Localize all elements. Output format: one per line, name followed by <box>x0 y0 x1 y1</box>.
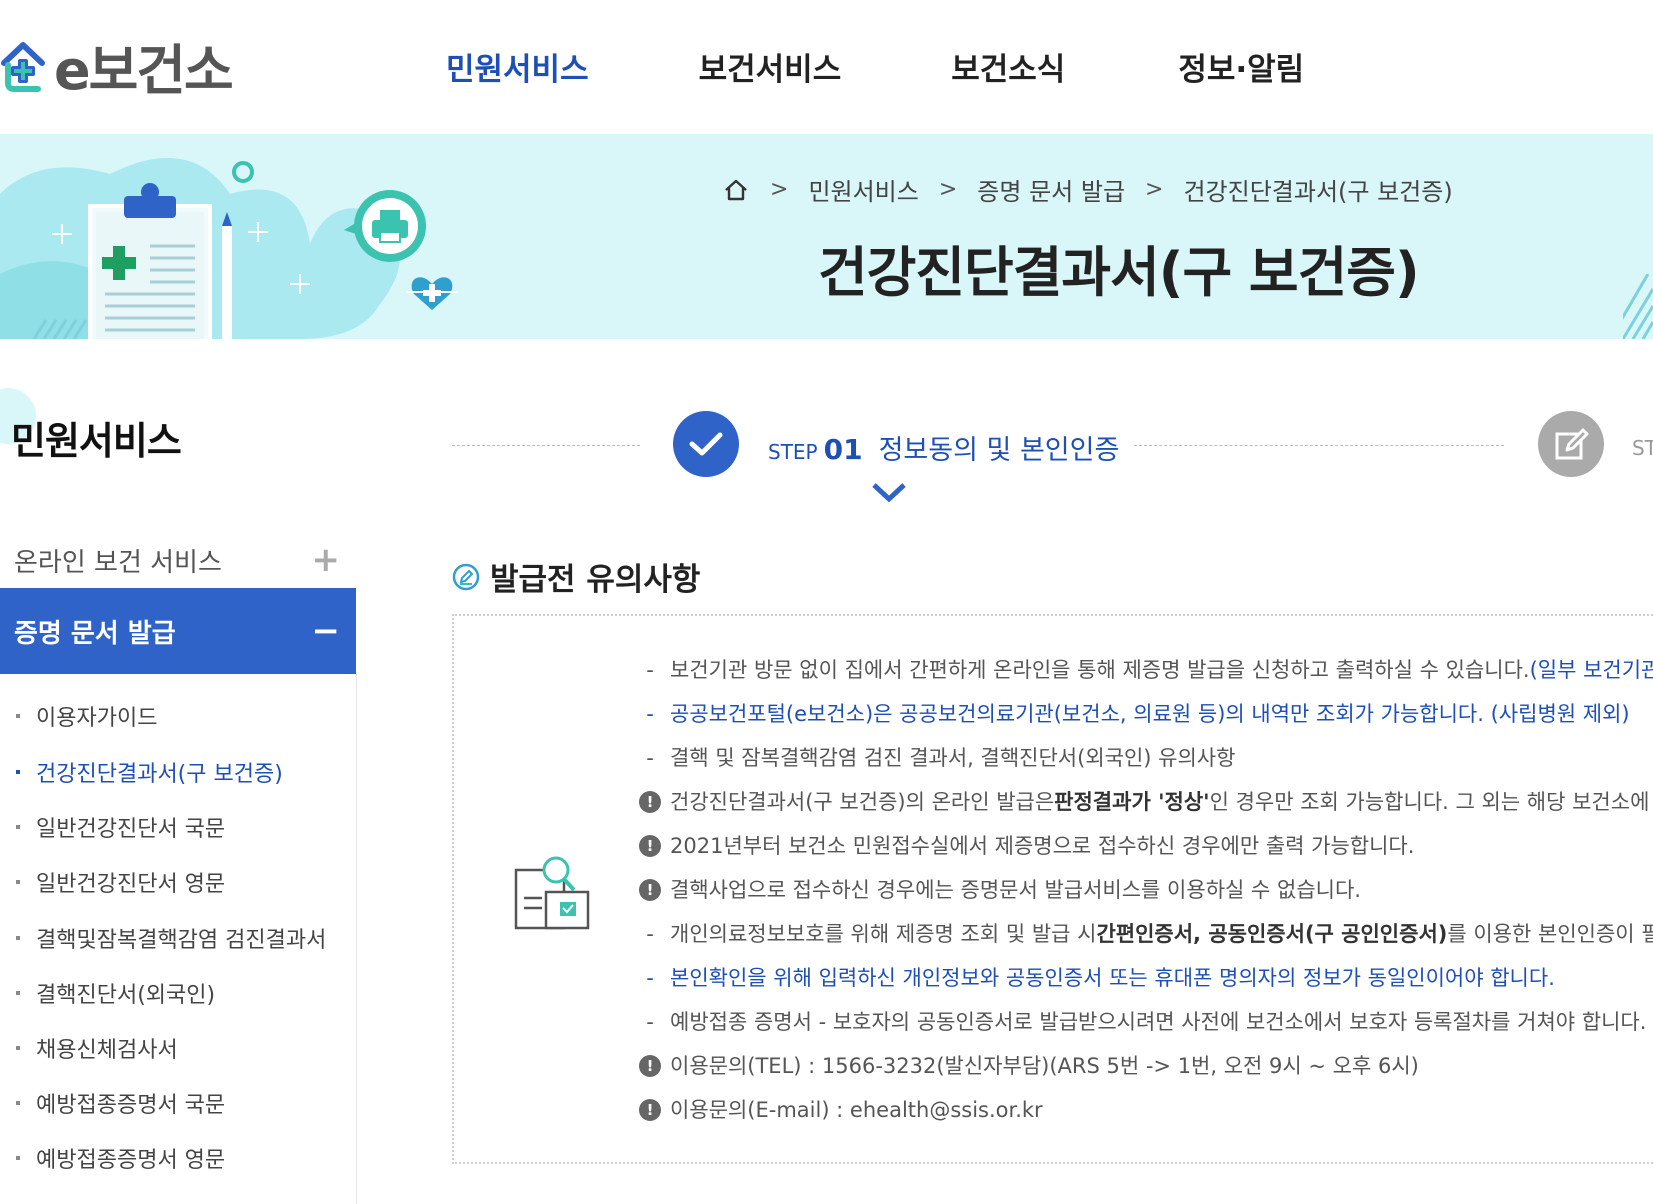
notice-list: - 보건기관 방문 없이 집에서 간편하게 온라인을 통해 제증명 발급을 신청… <box>636 648 1653 1132</box>
edit-icon <box>1555 428 1589 460</box>
sidebar-title: 민원서비스 <box>11 419 182 463</box>
house-plus-icon <box>1 42 45 92</box>
exclamation-icon: ! <box>639 791 661 813</box>
home-icon[interactable] <box>722 176 750 204</box>
pencil-circle-icon <box>452 563 480 590</box>
minus-icon: − <box>311 611 341 651</box>
main-nav: 민원서비스 보건서비스 보건소식 정보·알림 <box>446 44 1304 89</box>
site-header: e보건소 민원서비스 보건서비스 보건소식 정보·알림 <box>0 0 1653 134</box>
step-divider <box>452 445 640 446</box>
page-title: 건강진단결과서(구 보건증) <box>818 241 1420 304</box>
breadcrumb-separator: > <box>938 177 958 202</box>
notice-item: - 결핵 및 잠복결핵감염 검진 결과서, 결핵진단서(외국인) 유의사항 <box>646 746 1236 770</box>
banner-hatch-decoration <box>1623 274 1653 339</box>
notice-item: ! 2021년부터 보건소 민원접수실에서 제증명으로 접수하신 경우에만 출력… <box>636 824 1653 868</box>
exclamation-icon: ! <box>639 879 661 901</box>
document-search-icon <box>514 856 590 930</box>
sidebar-subitem-tb-foreign[interactable]: 결핵진단서(외국인) <box>16 977 215 1009</box>
exclamation-icon: ! <box>639 1055 661 1077</box>
notice-item: - 공공보건포털(e보건소)은 공공보건의료기관(보건소, 의료원 등)의 내역… <box>646 702 1630 726</box>
notice-item: - 본인확인을 위해 입력하신 개인정보와 공동인증서 또는 휴대폰 명의자의 … <box>646 966 1555 990</box>
sidebar-submenu: 이용자가이드 건강진단결과서(구 보건증) 일반건강진단서 국문 일반건강진단서… <box>0 674 357 1204</box>
sidebar-item-label: 증명 문서 발급 <box>14 618 176 649</box>
clipboard-illustration <box>0 158 458 339</box>
check-icon <box>689 432 723 456</box>
exclamation-icon: ! <box>639 835 661 857</box>
sidebar-subitem-vaccine-kr[interactable]: 예방접종증명서 국문 <box>16 1087 225 1119</box>
notice-item: - 개인의료정보보호를 위해 제증명 조회 및 발급 시 간편인증서, 공동인증… <box>646 922 1653 946</box>
step1-label: STEP 01 정보동의 및 본인인증 <box>768 433 1120 466</box>
notice-item: - 보건기관 방문 없이 집에서 간편하게 온라인을 통해 제증명 발급을 신청… <box>646 658 1653 682</box>
sidebar-item-certificate[interactable]: 증명 문서 발급 − <box>0 588 356 674</box>
sidebar-subitem-user-guide[interactable]: 이용자가이드 <box>16 700 157 732</box>
notice-section-title: 발급전 유의사항 <box>452 554 700 599</box>
step2-label: ST <box>1632 436 1653 460</box>
step1-indicator <box>673 411 739 477</box>
breadcrumb-item-current[interactable]: 건강진단결과서(구 보건증) <box>1183 172 1452 207</box>
logo-text: e보건소 <box>54 38 234 102</box>
sidebar-subitem-tb-result[interactable]: 결핵및잠복결핵감염 검진결과서 <box>16 922 326 954</box>
notice-item: ! 이용문의(TEL) : 1566-3232(발신자부담)(ARS 5번 ->… <box>636 1044 1653 1088</box>
site-logo[interactable]: e보건소 <box>0 30 234 102</box>
step-divider <box>1134 445 1504 446</box>
sidebar-item-label: 온라인 보건 서비스 <box>14 547 222 578</box>
sidebar-subitem-vaccine-en[interactable]: 예방접종증명서 영문 <box>16 1142 225 1174</box>
notice-item: ! 결핵사업으로 접수하신 경우에는 증명문서 발급서비스를 이용하실 수 없습… <box>636 868 1653 912</box>
notice-item: - 예방접종 증명서 - 보호자의 공동인증서로 발급받으시려면 사전에 보건소… <box>646 1010 1647 1034</box>
breadcrumb: > 민원서비스 > 증명 문서 발급 > 건강진단결과서(구 보건증) <box>722 172 1453 207</box>
sidebar-subitem-employment[interactable]: 채용신체검사서 <box>16 1032 178 1064</box>
breadcrumb-separator: > <box>770 177 789 202</box>
breadcrumb-item-civil-service[interactable]: 민원서비스 <box>808 172 918 207</box>
chevron-down-icon <box>872 483 906 503</box>
exclamation-icon: ! <box>639 1099 661 1121</box>
step2-indicator <box>1538 411 1604 477</box>
sidebar-subitem-general-en[interactable]: 일반건강진단서 영문 <box>16 866 225 898</box>
sidebar-item-online-health[interactable]: 온라인 보건 서비스 + <box>0 530 356 590</box>
sidebar-subitem-general-kr[interactable]: 일반건강진단서 국문 <box>16 811 225 843</box>
breadcrumb-item-certificate[interactable]: 증명 문서 발급 <box>977 172 1125 207</box>
notice-item: ! 건강진단결과서(구 보건증)의 온라인 발급은 판정결과가 '정상' 인 경우… <box>636 780 1653 824</box>
nav-item-health-service[interactable]: 보건서비스 <box>699 44 842 89</box>
plus-icon: + <box>311 540 341 580</box>
sidebar-subitem-health-cert[interactable]: 건강진단결과서(구 보건증) <box>16 756 283 788</box>
breadcrumb-separator: > <box>1145 177 1164 202</box>
notice-item: ! 이용문의(E-mail) : ehealth@ssis.or.kr <box>636 1088 1653 1132</box>
nav-item-info-notice[interactable]: 정보·알림 <box>1178 44 1304 89</box>
nav-item-civil-service[interactable]: 민원서비스 <box>446 44 589 89</box>
nav-item-health-news[interactable]: 보건소식 <box>951 44 1065 89</box>
